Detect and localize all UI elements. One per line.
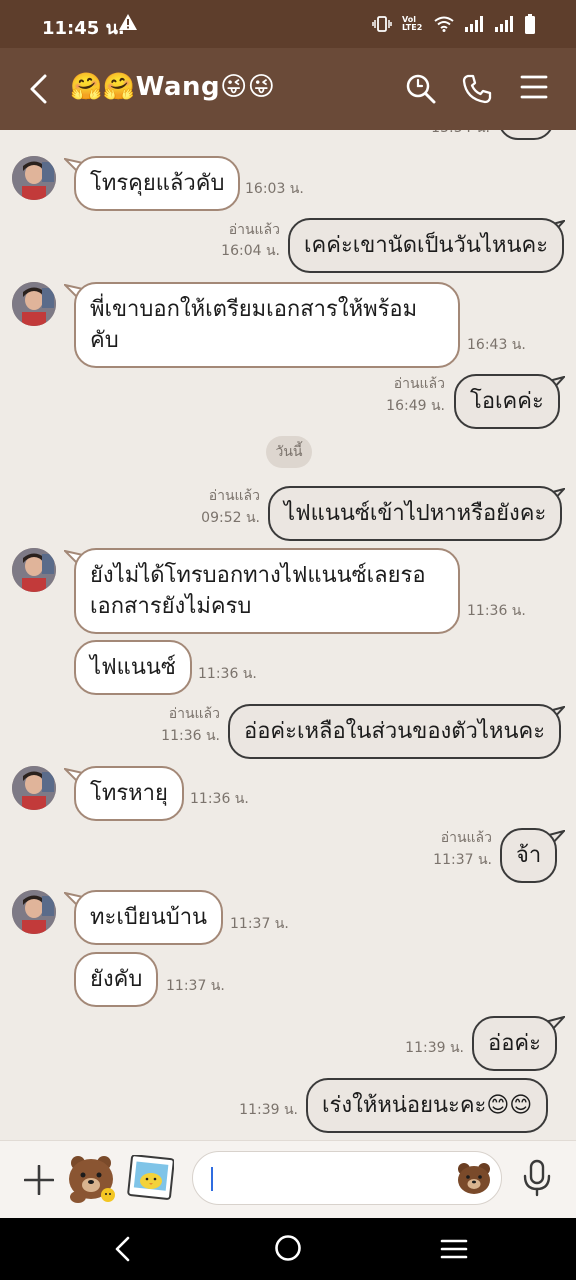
message-time: 16:04 น. bbox=[221, 243, 280, 259]
message-bubble-incoming[interactable]: ไฟแนนซ์ bbox=[74, 640, 192, 695]
message-time: 11:36 น. bbox=[161, 728, 220, 744]
vibrate-icon bbox=[372, 16, 392, 32]
message-time: 11:37 น. bbox=[166, 978, 225, 994]
status-icons: Vol LTE2 bbox=[372, 14, 536, 34]
signal-icon-1 bbox=[465, 16, 483, 32]
emoji-icon[interactable] bbox=[456, 1161, 492, 1195]
message-time: 11:37 น. bbox=[230, 916, 289, 932]
read-receipt: อ่านแล้ว bbox=[393, 376, 445, 392]
message-text-line: คับ bbox=[90, 328, 119, 353]
read-receipt: อ่านแล้ว bbox=[228, 222, 280, 238]
wifi-icon bbox=[434, 16, 454, 32]
message-time: 16:43 น. bbox=[467, 337, 526, 353]
status-time: 11:45 น. bbox=[42, 18, 125, 39]
message-bubble-outgoing[interactable]: ไฟแนนซ์เข้าไปหาหรือยังคะ bbox=[268, 486, 563, 541]
message-bubble-outgoing[interactable]: เร่งให้หน่อยนะคะ😊😊 bbox=[306, 1078, 549, 1133]
message-text-line: เอกสารยังไม่ครบ bbox=[90, 594, 252, 619]
avatar[interactable] bbox=[12, 766, 56, 810]
message-time: 16:03 น. bbox=[245, 181, 304, 197]
plus-icon[interactable] bbox=[24, 1165, 54, 1195]
signal-icon-2 bbox=[495, 16, 513, 32]
message-bubble-outgoing[interactable]: อ่อค่ะเหลือในส่วนของตัวไหนคะ bbox=[228, 704, 562, 759]
message-time: 11:37 น. bbox=[433, 852, 492, 868]
read-receipt: อ่านแล้ว bbox=[168, 706, 220, 722]
message-time: 11:39 น. bbox=[239, 1102, 298, 1118]
status-bar: 11:45 น. Vol LTE2 bbox=[0, 0, 576, 48]
message-text-line: ยังไม่ได้โทรบอกทางไฟแนนซ์เลยรอ bbox=[90, 563, 426, 588]
message-bubble-incoming[interactable]: โทรคุยแล้วคับ bbox=[74, 156, 241, 211]
message-bubble-incoming[interactable]: ทะเบียนบ้าน bbox=[74, 890, 224, 945]
menu-icon[interactable] bbox=[520, 74, 548, 100]
message-time: 11:36 น. bbox=[467, 603, 526, 619]
message-bubble-outgoing-partial[interactable] bbox=[498, 130, 554, 140]
battery-icon bbox=[525, 14, 535, 34]
message-bubble-outgoing[interactable]: อ่อค่ะ bbox=[472, 1016, 557, 1071]
message-text-line: พี่เขาบอกให้เตรียมเอกสารให้พร้อม bbox=[90, 297, 418, 322]
date-separator: วันนี้ bbox=[266, 436, 312, 468]
message-composer bbox=[0, 1140, 576, 1219]
chat-area[interactable]: 15:54 น. โทรคุยแล้วคับ 16:03 น. อ่านแล้ว… bbox=[0, 130, 576, 1140]
read-receipt: อ่านแล้ว bbox=[440, 830, 492, 846]
message-time: 11:39 น. bbox=[405, 1040, 464, 1056]
chat-header: 🤗🤗Wang😜😜 bbox=[0, 48, 576, 130]
phone-icon[interactable] bbox=[462, 74, 492, 104]
chat-title[interactable]: 🤗🤗Wang😜😜 bbox=[70, 72, 275, 102]
back-icon[interactable] bbox=[28, 74, 50, 104]
message-time: 11:36 น. bbox=[190, 791, 249, 807]
avatar[interactable] bbox=[12, 156, 56, 200]
read-receipt: อ่านแล้ว bbox=[208, 488, 260, 504]
nav-back-icon[interactable] bbox=[112, 1236, 132, 1262]
sticker-icon[interactable] bbox=[64, 1151, 118, 1205]
message-bubble-incoming[interactable]: โทรหายุ bbox=[74, 766, 184, 821]
system-nav-bar bbox=[0, 1218, 576, 1280]
nav-recents-icon[interactable] bbox=[440, 1238, 468, 1260]
message-bubble-outgoing[interactable]: เคค่ะเขานัดเป็นวันไหนคะ bbox=[288, 218, 565, 273]
message-bubble-outgoing[interactable]: โอเคค่ะ bbox=[454, 374, 560, 429]
message-bubble-outgoing[interactable]: จ้า bbox=[500, 828, 558, 883]
search-icon[interactable] bbox=[406, 74, 436, 104]
message-bubble-incoming[interactable]: ยังคับ bbox=[74, 952, 159, 1007]
avatar[interactable] bbox=[12, 282, 56, 326]
message-bubble-incoming[interactable]: ยังไม่ได้โทรบอกทางไฟแนนซ์เลยรอ เอกสารยัง… bbox=[74, 548, 460, 634]
message-time: 16:49 น. bbox=[386, 398, 445, 414]
text-cursor bbox=[211, 1167, 213, 1191]
avatar[interactable] bbox=[12, 890, 56, 934]
message-time-partial: 15:54 น. bbox=[400, 130, 490, 138]
lte-indicator: Vol LTE2 bbox=[402, 15, 423, 32]
avatar[interactable] bbox=[12, 548, 56, 592]
message-bubble-incoming[interactable]: พี่เขาบอกให้เตรียมเอกสารให้พร้อม คับ bbox=[74, 282, 460, 368]
warning-icon bbox=[119, 14, 137, 30]
nav-home-icon[interactable] bbox=[274, 1234, 302, 1262]
mic-icon[interactable] bbox=[522, 1159, 552, 1197]
message-time: 09:52 น. bbox=[201, 510, 260, 526]
photo-icon[interactable] bbox=[126, 1155, 174, 1201]
message-time: 11:36 น. bbox=[198, 666, 257, 682]
